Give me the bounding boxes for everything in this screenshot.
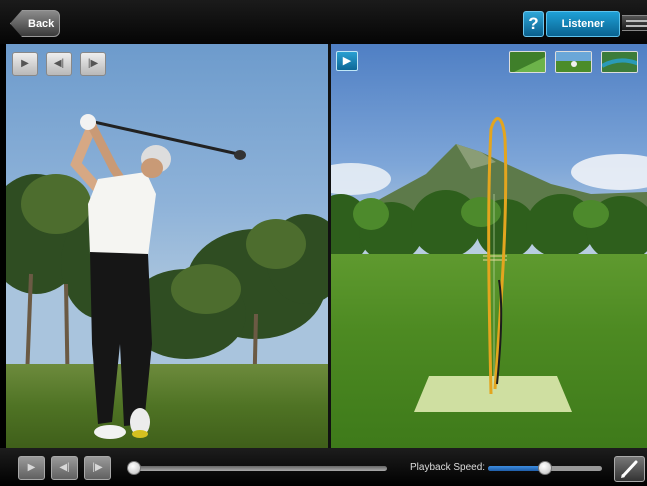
playback-speed-knob[interactable] [538, 461, 552, 475]
drawer-handle[interactable] [622, 15, 647, 31]
view-thumb-down-the-line[interactable] [509, 51, 546, 73]
view-top-icon [602, 52, 637, 72]
main-play-button[interactable]: ▶ [18, 456, 45, 480]
left-step-forward-button[interactable]: |▶ [80, 52, 106, 76]
step-forward-icon: |▶ [87, 58, 99, 69]
back-button[interactable]: Back [10, 10, 60, 37]
left-play-button[interactable]: ▶ [12, 52, 38, 76]
left-step-back-button[interactable]: ◀| [46, 52, 72, 76]
trace-play-button[interactable]: ▶ [336, 51, 358, 71]
timeline-slider[interactable] [127, 466, 387, 471]
view-thumb-face-on[interactable] [555, 51, 592, 73]
main-step-forward-button[interactable]: |▶ [84, 456, 111, 480]
step-forward-icon: |▶ [92, 462, 103, 473]
listener-button[interactable]: Listener [546, 11, 620, 37]
view-angle-icon [510, 52, 545, 72]
step-back-icon: ◀| [53, 58, 65, 69]
main-step-back-button[interactable]: ◀| [51, 456, 78, 480]
swing-video-panel[interactable]: ▶ ◀| |▶ [6, 44, 328, 448]
play-icon: ▶ [27, 462, 36, 473]
hitting-mat [414, 376, 572, 412]
draw-button[interactable] [614, 456, 645, 482]
swing-trace [414, 117, 572, 412]
swing-trace-3d-panel[interactable] [331, 44, 647, 448]
pencil-icon [621, 460, 638, 478]
play-icon: ▶ [342, 55, 352, 67]
play-icon: ▶ [21, 58, 29, 69]
help-button[interactable]: ? [523, 11, 544, 37]
view-front-icon [556, 52, 591, 72]
golfer-figure [70, 114, 246, 439]
view-thumb-overhead[interactable] [601, 51, 638, 73]
step-back-icon: ◀| [59, 462, 70, 473]
top-toolbar: Back ? Listener [0, 0, 647, 44]
playback-speed-label: Playback Speed: [410, 462, 486, 473]
timeline-slider-knob[interactable] [127, 461, 141, 475]
